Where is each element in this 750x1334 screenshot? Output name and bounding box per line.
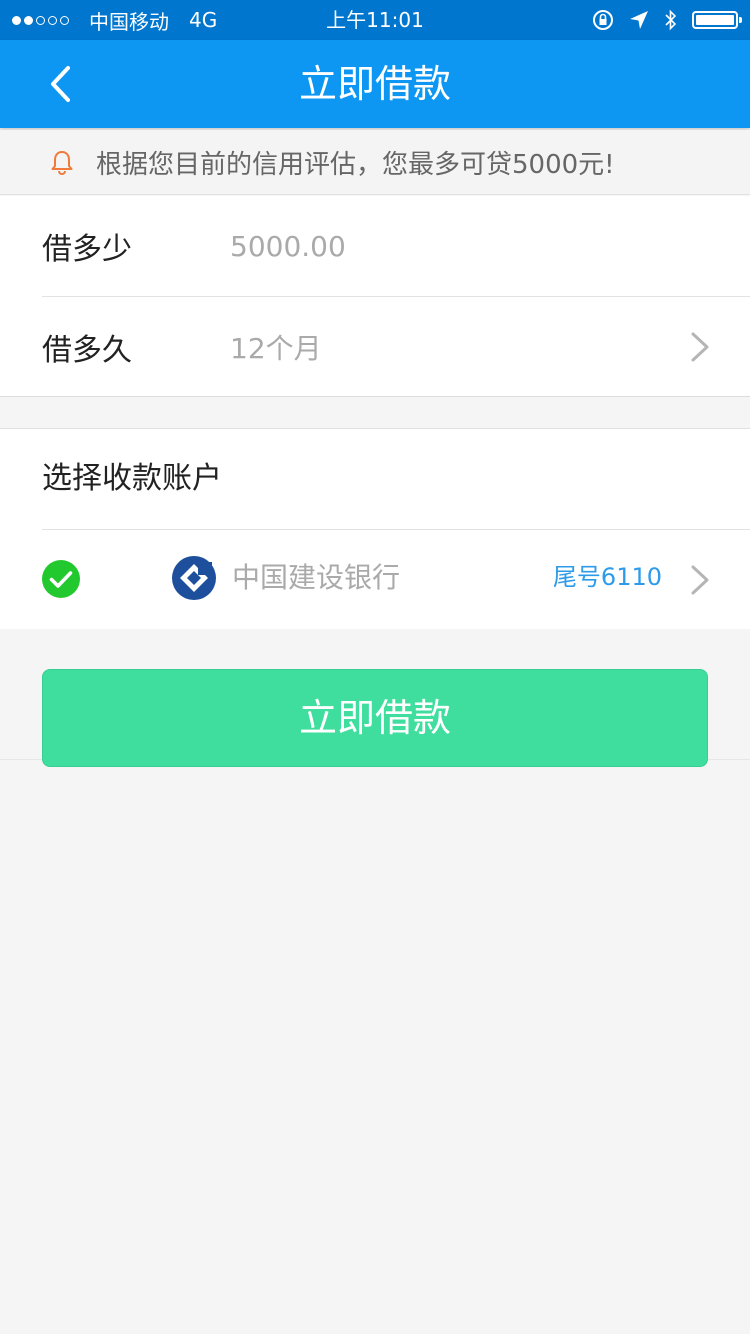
notice-text: 根据您目前的信用评估，您最多可贷5000元! xyxy=(96,149,615,180)
status-bar: 中国移动 4G 上午11:01 xyxy=(0,0,750,40)
submit-area: 立即借款 xyxy=(0,629,750,767)
account-section-title: 选择收款账户 xyxy=(42,429,750,530)
loan-form: 借多少 5000.00 借多久 12个月 xyxy=(0,196,750,397)
term-row[interactable]: 借多久 12个月 xyxy=(42,297,750,396)
chevron-right-icon xyxy=(691,332,709,361)
bluetooth-icon xyxy=(665,9,677,31)
bank-name: 中国建设银行 xyxy=(232,561,401,594)
bank-account-row[interactable]: 中国建设银行 尾号6110 xyxy=(0,530,750,629)
amount-row[interactable]: 借多少 5000.00 xyxy=(42,196,750,297)
status-bar-right xyxy=(592,0,742,40)
amount-input[interactable]: 5000.00 xyxy=(230,230,750,263)
page-title: 立即借款 xyxy=(298,62,451,106)
term-label: 借多久 xyxy=(42,332,132,368)
orientation-lock-icon xyxy=(593,10,613,30)
chevron-right-icon xyxy=(691,565,709,594)
bell-icon xyxy=(51,151,73,175)
nav-bar: 立即借款 xyxy=(0,40,750,128)
location-arrow-icon xyxy=(630,11,648,29)
receiving-account-section: 选择收款账户 中国建设银行 尾号6110 xyxy=(0,428,750,630)
back-button[interactable] xyxy=(30,54,90,114)
battery-icon xyxy=(692,11,742,29)
chevron-left-icon xyxy=(51,66,70,102)
account-tail-number: 尾号6110 xyxy=(552,563,662,591)
ccb-bank-logo-icon xyxy=(172,556,216,600)
credit-notice-banner: 根据您目前的信用评估，您最多可贷5000元! xyxy=(0,130,750,195)
term-value: 12个月 xyxy=(230,331,322,365)
amount-label: 借多少 xyxy=(42,232,132,267)
check-circle-icon xyxy=(42,560,80,598)
borrow-now-button[interactable]: 立即借款 xyxy=(42,669,708,767)
